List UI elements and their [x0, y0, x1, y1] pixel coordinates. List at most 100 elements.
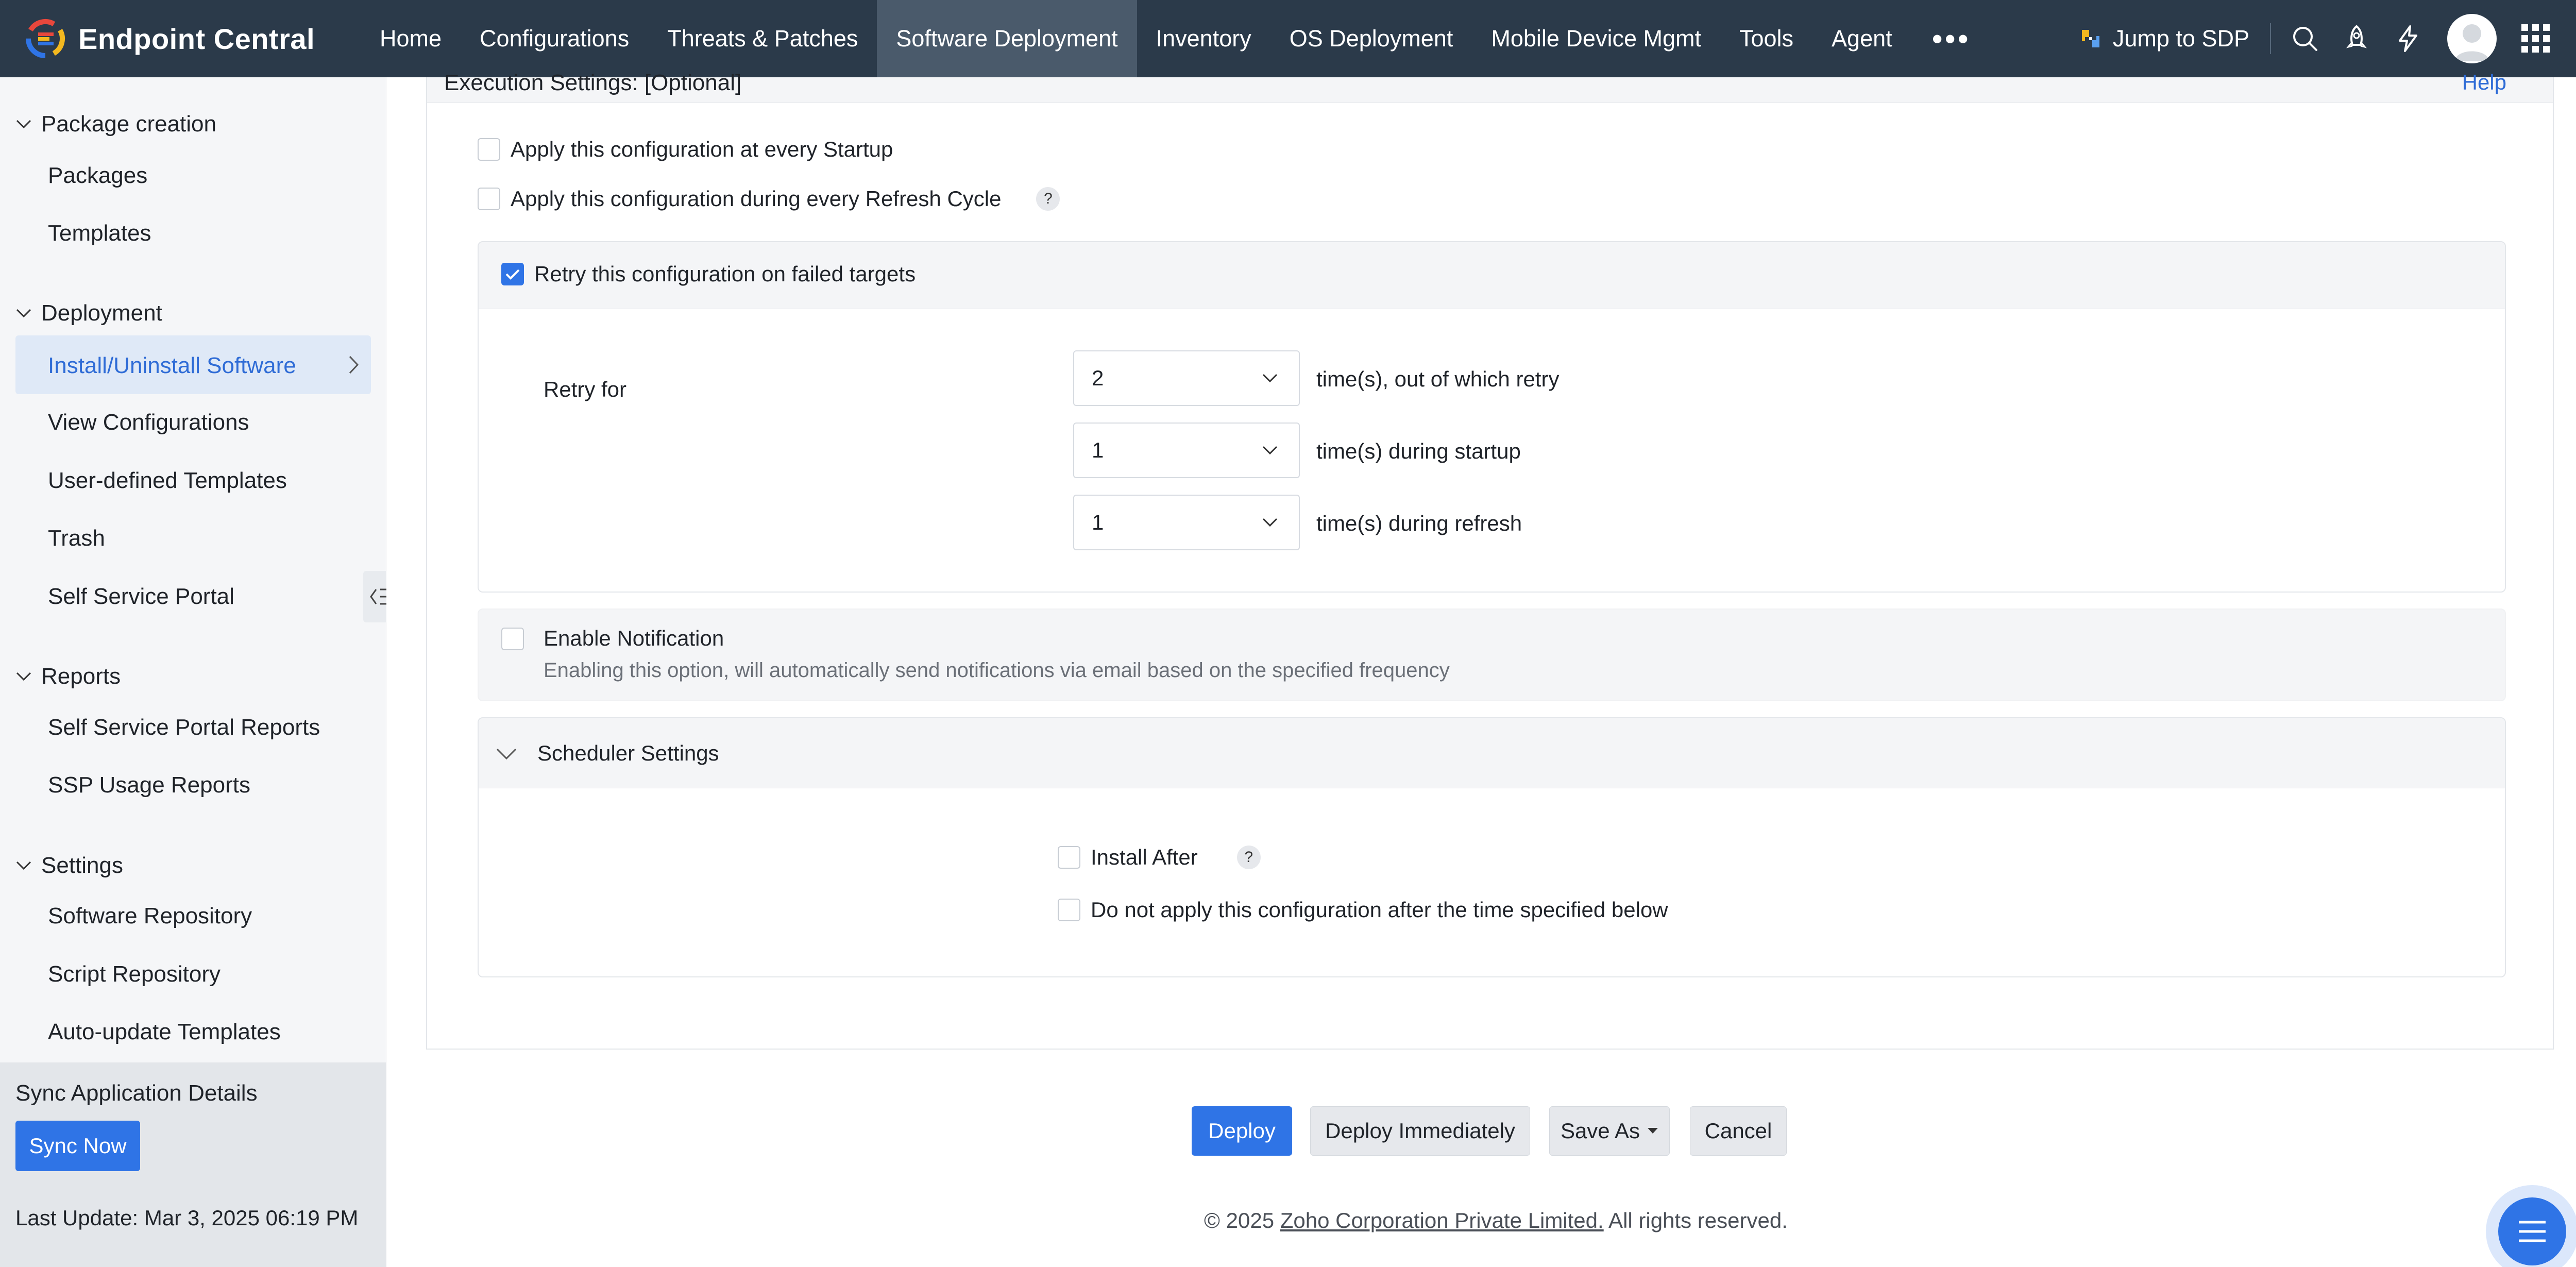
sidebar-section-deployment[interactable]: Deployment [15, 300, 162, 326]
scheduler-panel-header[interactable]: Scheduler Settings [479, 718, 2505, 788]
scheduler-panel: Scheduler Settings Install After ? Do no… [478, 717, 2506, 977]
main-content: Execution Settings: [Optional] Help Appl… [386, 70, 2576, 1267]
sidebar-section-package-creation[interactable]: Package creation [15, 111, 216, 137]
nav-divider [2270, 23, 2271, 54]
retry-refresh-select[interactable]: 1 [1073, 495, 1300, 550]
caret-down-icon [1648, 1128, 1658, 1134]
sidebar-item-trash[interactable]: Trash [48, 526, 105, 551]
sidebar-item-install-uninstall-software[interactable]: Install/Uninstall Software [15, 335, 371, 394]
retry-times-value: 2 [1092, 366, 1104, 390]
apply-startup-option: Apply this configuration at every Startu… [478, 137, 893, 162]
apply-refresh-option: Apply this configuration during every Re… [478, 187, 1060, 211]
do-not-apply-checkbox[interactable] [1058, 899, 1080, 921]
sidebar-item-auto-update-templates[interactable]: Auto-update Templates [48, 1019, 281, 1045]
help-link[interactable]: Help [2462, 70, 2506, 95]
nav-tools[interactable]: Tools [1720, 0, 1812, 77]
retry-startup-select[interactable]: 1 [1073, 423, 1300, 478]
install-after-label: Install After [1091, 845, 1198, 869]
sidebar-section-label: Reports [41, 664, 121, 689]
deploy-immediately-button[interactable]: Deploy Immediately [1310, 1106, 1530, 1156]
retry-startup-value: 1 [1092, 438, 1104, 462]
sidebar-item-software-repository[interactable]: Software Repository [48, 903, 252, 929]
save-as-button[interactable]: Save As [1549, 1106, 1670, 1156]
install-after-option: Install After ? [1058, 845, 1261, 870]
lightning-icon[interactable] [2382, 0, 2434, 77]
main-nav: Home Configurations Threats & Patches So… [361, 0, 1991, 77]
retry-label: Retry this configuration on failed targe… [534, 262, 916, 286]
sidebar-item-script-repository[interactable]: Script Repository [48, 961, 221, 987]
chevron-down-icon [16, 672, 31, 681]
retry-checkbox[interactable] [501, 263, 524, 285]
retry-option: Retry this configuration on failed targe… [501, 262, 916, 286]
sidebar-item-packages[interactable]: Packages [48, 163, 147, 189]
endpoint-central-logo-icon [26, 19, 65, 58]
nav-agent[interactable]: Agent [1812, 0, 1911, 77]
nav-right-tools: Jump to SDP [2065, 0, 2576, 77]
nav-software-deployment[interactable]: Software Deployment [877, 0, 1137, 77]
sidebar: Package creation Packages Templates Depl… [0, 77, 386, 1267]
chevron-right-icon [349, 356, 359, 374]
deploy-button[interactable]: Deploy [1192, 1106, 1292, 1156]
chevron-down-icon [16, 861, 31, 870]
sync-now-button[interactable]: Sync Now [15, 1121, 140, 1171]
apply-refresh-label: Apply this configuration during every Re… [511, 187, 1002, 211]
cancel-button[interactable]: Cancel [1690, 1106, 1787, 1156]
retry-refresh-value: 1 [1092, 510, 1104, 534]
copyright-text: © 2025 Zoho Corporation Private Limited.… [1204, 1208, 1788, 1233]
brand[interactable]: Endpoint Central [0, 0, 361, 77]
chevron-down-icon [16, 309, 31, 318]
nav-mobile-device-mgmt[interactable]: Mobile Device Mgmt [1472, 0, 1720, 77]
copyright-prefix: © 2025 [1204, 1208, 1280, 1232]
sidebar-item-self-service-portal-reports[interactable]: Self Service Portal Reports [48, 715, 320, 740]
nav-os-deployment[interactable]: OS Deployment [1270, 0, 1472, 77]
help-icon[interactable]: ? [1236, 846, 1261, 869]
apply-startup-checkbox[interactable] [478, 138, 500, 161]
checkmark-icon [505, 269, 520, 280]
sidebar-section-reports[interactable]: Reports [15, 664, 121, 689]
execution-settings-panel: Execution Settings: [Optional] Help Appl… [426, 70, 2554, 1050]
scheduler-settings-label: Scheduler Settings [537, 741, 719, 765]
retry-panel: Retry this configuration on failed targe… [478, 241, 2506, 593]
copyright-suffix: All rights reserved. [1603, 1208, 1788, 1232]
nav-home[interactable]: Home [361, 0, 461, 77]
execution-settings-title: Execution Settings: [Optional] [444, 70, 742, 95]
help-icon[interactable]: ? [1036, 187, 1060, 211]
sidebar-section-label: Settings [41, 853, 123, 878]
sidebar-item-view-configurations[interactable]: View Configurations [48, 410, 249, 435]
menu-lines-icon [2498, 1197, 2566, 1265]
sidebar-item-ssp-usage-reports[interactable]: SSP Usage Reports [48, 772, 250, 798]
sidebar-item-templates[interactable]: Templates [48, 221, 151, 246]
nav-configurations[interactable]: Configurations [461, 0, 648, 77]
retry-times-suffix: time(s), out of which retry [1316, 367, 1560, 391]
enable-notification-label: Enable Notification [544, 626, 724, 650]
search-icon[interactable] [2279, 0, 2331, 77]
jump-to-sdp-label: Jump to SDP [2112, 25, 2249, 52]
retry-for-label: Retry for [544, 377, 627, 401]
apply-refresh-checkbox[interactable] [478, 188, 500, 210]
app-grid-icon[interactable] [2510, 0, 2562, 77]
more-menu-icon[interactable]: ••• [1911, 0, 1991, 77]
retry-startup-suffix: time(s) during startup [1316, 439, 1521, 463]
jump-to-sdp-link[interactable]: Jump to SDP [2065, 25, 2262, 52]
retry-times-select[interactable]: 2 [1073, 350, 1300, 406]
rocket-icon[interactable] [2331, 0, 2382, 77]
sidebar-section-label: Deployment [41, 300, 162, 326]
sidebar-item-user-defined-templates[interactable]: User-defined Templates [48, 468, 287, 494]
do-not-apply-option: Do not apply this configuration after th… [1058, 898, 1668, 922]
company-link[interactable]: Zoho Corporation Private Limited. [1280, 1208, 1604, 1232]
sidebar-section-settings[interactable]: Settings [15, 853, 123, 879]
install-after-checkbox[interactable] [1058, 846, 1080, 869]
retry-panel-header: Retry this configuration on failed targe… [479, 242, 2505, 309]
nav-inventory[interactable]: Inventory [1137, 0, 1270, 77]
enable-notification-checkbox[interactable] [501, 628, 524, 650]
notification-panel: Enable Notification Enabling this option… [478, 609, 2506, 701]
do-not-apply-label: Do not apply this configuration after th… [1091, 898, 1668, 922]
chevron-down-icon [496, 748, 517, 760]
save-as-label: Save As [1560, 1119, 1640, 1143]
user-avatar[interactable] [2447, 14, 2497, 63]
chevron-down-icon [16, 120, 31, 129]
sidebar-item-self-service-portal[interactable]: Self Service Portal [48, 584, 234, 610]
app-name: Endpoint Central [78, 22, 315, 55]
sdp-icon [2081, 30, 2099, 47]
nav-threats-patches[interactable]: Threats & Patches [648, 0, 877, 77]
